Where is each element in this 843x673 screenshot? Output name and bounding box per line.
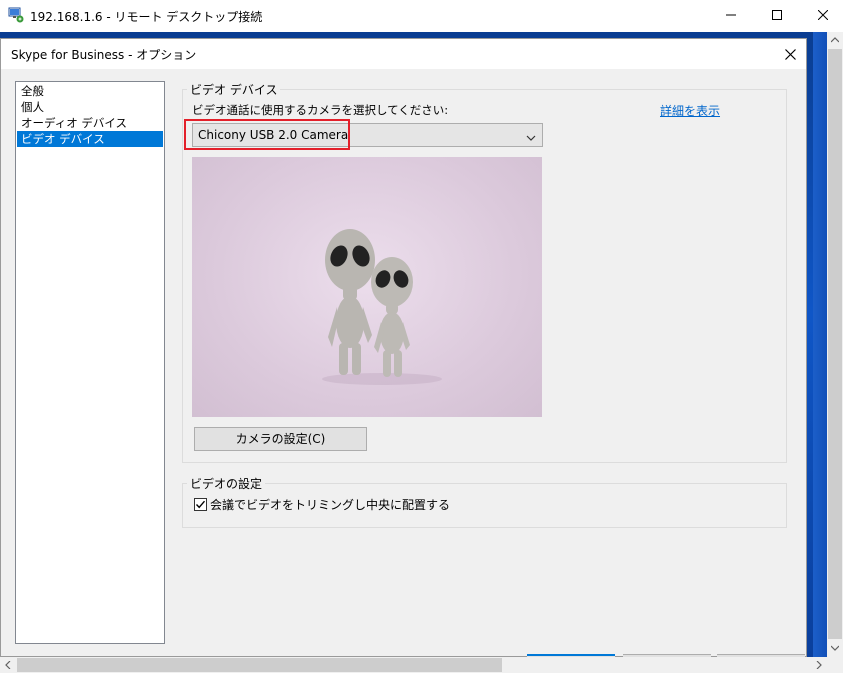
options-dialog: Skype for Business - オプション 全般 個人 オーディオ デ… xyxy=(0,38,807,658)
close-icon xyxy=(818,10,828,20)
nav-item-audio-device[interactable]: オーディオ デバイス xyxy=(17,115,163,131)
dialog-title: Skype for Business - オプション xyxy=(11,48,197,62)
dialog-close-button[interactable] xyxy=(775,39,805,69)
rdp-titlebar: 192.168.1.6 - リモート デスクトップ接続 xyxy=(0,0,843,32)
close-icon xyxy=(784,48,796,60)
video-device-group-label: ビデオ デバイス xyxy=(187,81,281,98)
dialog-titlebar: Skype for Business - オプション xyxy=(1,39,806,69)
show-details-link[interactable]: 詳細を表示 xyxy=(660,102,720,119)
camera-select[interactable]: Chicony USB 2.0 Camera xyxy=(192,123,543,147)
chevron-down-icon xyxy=(526,131,536,145)
maximize-icon xyxy=(772,10,782,20)
trim-video-label[interactable]: 会議でビデオをトリミングし中央に配置する xyxy=(210,496,450,513)
camera-settings-button[interactable]: カメラの設定(C) xyxy=(194,427,367,451)
scroll-left-arrow-icon[interactable] xyxy=(0,657,16,673)
camera-select-value: Chicony USB 2.0 Camera xyxy=(198,128,349,142)
nav-item-general[interactable]: 全般 xyxy=(17,83,163,99)
vertical-scroll-thumb[interactable] xyxy=(828,49,842,639)
rdp-close-button[interactable] xyxy=(800,0,843,30)
horizontal-scrollbar[interactable] xyxy=(0,657,843,673)
nav-item-personal[interactable]: 個人 xyxy=(17,99,163,115)
options-nav-list: 全般 個人 オーディオ デバイス ビデオ デバイス xyxy=(15,81,165,644)
maximize-button[interactable] xyxy=(754,0,800,30)
trim-video-checkbox[interactable] xyxy=(194,498,207,511)
vertical-scrollbar[interactable] xyxy=(827,32,843,657)
scrollbar-corner xyxy=(827,657,843,673)
alien-figures-image xyxy=(322,229,442,385)
camera-select-prompt: ビデオ通話に使用するカメラを選択してください: xyxy=(192,103,449,117)
scroll-up-arrow-icon[interactable] xyxy=(827,32,843,48)
checkmark-icon xyxy=(195,500,206,509)
minimize-button[interactable] xyxy=(708,0,754,30)
rdp-window-title: 192.168.1.6 - リモート デスクトップ接続 xyxy=(30,10,263,24)
scroll-right-arrow-icon[interactable] xyxy=(811,657,827,673)
minimize-icon xyxy=(726,14,736,16)
scroll-down-arrow-icon[interactable] xyxy=(827,640,843,656)
video-settings-group-label: ビデオの設定 xyxy=(187,475,266,492)
remote-desktop-icon xyxy=(8,7,24,23)
nav-item-video-device[interactable]: ビデオ デバイス xyxy=(17,131,163,147)
camera-preview xyxy=(192,157,542,417)
horizontal-scroll-thumb[interactable] xyxy=(17,658,502,672)
